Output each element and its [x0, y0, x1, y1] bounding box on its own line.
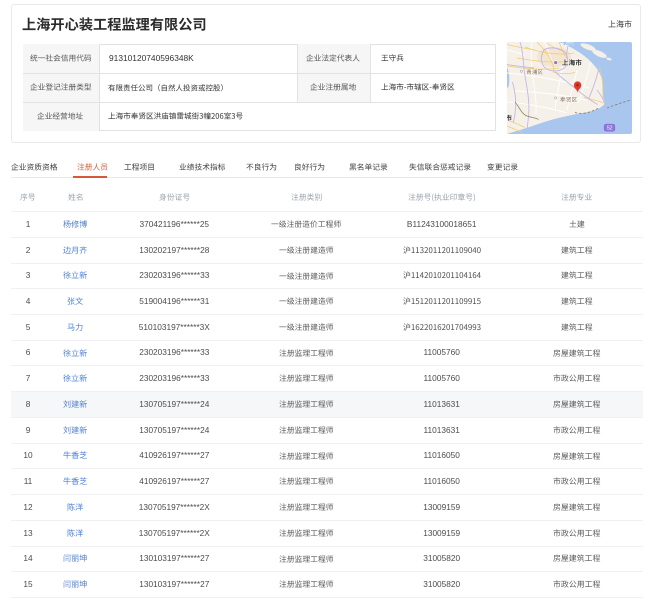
svg-text:S2: S2	[606, 126, 612, 132]
